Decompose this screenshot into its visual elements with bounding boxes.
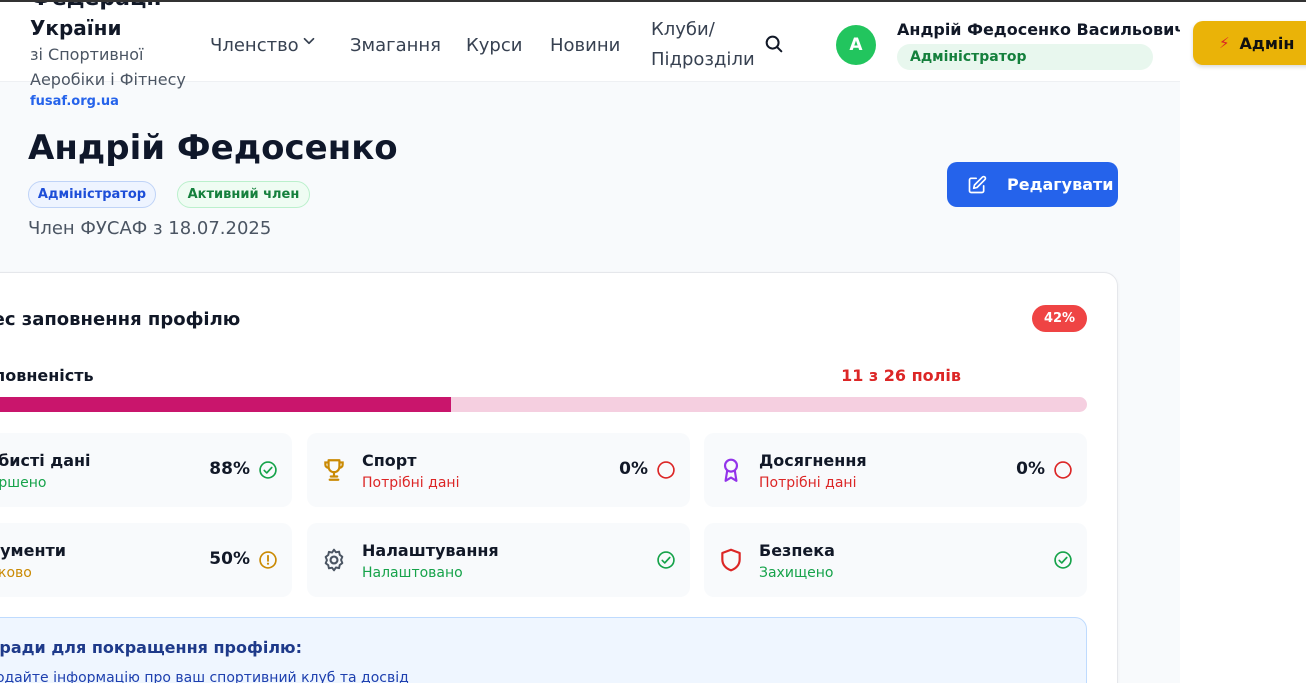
admin-button[interactable]: ⚡ Адмін [1193, 21, 1306, 65]
chevron-down-icon[interactable] [300, 32, 318, 50]
award-icon [723, 458, 739, 482]
nav-competitions[interactable]: Змагання [350, 35, 441, 56]
section-sport[interactable]: Спорт Потрібні дані 0% [307, 433, 690, 507]
section-status: Потрібні дані [362, 475, 460, 491]
section-status: Налаштовано [362, 565, 463, 581]
avatar[interactable]: А [836, 25, 876, 65]
edit-button-label: Редагувати [1007, 175, 1114, 194]
page: Федерації України зі Спортивної Аеробіки… [0, 2, 1180, 683]
section-percent: 50% [209, 549, 250, 569]
check-circle-icon [1054, 551, 1072, 569]
empty-circle-icon [657, 461, 675, 479]
brand-url[interactable]: fusaf.org.ua [30, 94, 119, 109]
section-percent: 0% [1016, 459, 1045, 479]
empty-circle-icon [1054, 461, 1072, 479]
section-title: Спорт [362, 451, 417, 470]
site-header: Федерації України зі Спортивної Аеробіки… [0, 2, 1180, 89]
section-percent: 88% [209, 459, 250, 479]
section-status: Завершено [0, 475, 47, 491]
status-badge: Активний член [177, 181, 310, 208]
fill-count: 11 з 26 полів [841, 366, 961, 385]
section-status: Частково [0, 565, 32, 581]
profile-name: Андрій Федосенко [28, 128, 398, 168]
progress-percent-badge: 42% [1032, 305, 1087, 332]
warning-circle-icon [259, 551, 277, 569]
section-title: Налаштування [362, 541, 499, 560]
nav-news[interactable]: Новини [550, 35, 620, 56]
tips-title: Поради для покращення профілю: [0, 638, 302, 657]
check-circle-icon [657, 551, 675, 569]
section-settings[interactable]: Налаштування Налаштовано [307, 523, 690, 597]
section-title: Досягнення [759, 451, 867, 470]
nav-courses[interactable]: Курси [466, 35, 522, 56]
role-badge: Адміністратор [28, 181, 156, 208]
check-circle-icon [259, 461, 277, 479]
trophy-icon [324, 459, 344, 481]
nav-clubs-line2[interactable]: Підрозділи [651, 49, 755, 70]
gear-icon [324, 548, 344, 572]
brand-title[interactable]: України [30, 16, 122, 40]
edit-icon [968, 175, 987, 193]
user-role-badge: Адміністратор [897, 44, 1153, 70]
nav-clubs-line1[interactable]: Клуби/ [651, 19, 715, 40]
member-since: Член ФУСАФ з 18.07.2025 [28, 218, 272, 239]
brand-subtitle-line2: Аеробіки і Фітнесу [30, 70, 186, 89]
brand-subtitle-line1: зі Спортивної [30, 45, 144, 64]
section-security[interactable]: Безпека Захищено [704, 523, 1087, 597]
shield-icon [721, 548, 741, 572]
progress-title: Прогрес заповнення профілю [0, 309, 241, 330]
section-title: Безпека [759, 541, 835, 560]
section-status: Потрібні дані [759, 475, 857, 491]
section-percent: 0% [619, 459, 648, 479]
edit-profile-button[interactable]: Редагувати [947, 162, 1118, 207]
lightning-icon: ⚡ [1219, 34, 1230, 52]
progress-bar-fill [0, 397, 451, 412]
search-icon[interactable] [763, 33, 785, 55]
user-name[interactable]: Андрій Федосенко Васильович [897, 20, 1180, 39]
section-title: Особисті дані [0, 451, 91, 470]
section-documents[interactable]: Документи Частково 50% [0, 523, 292, 597]
tips-item: Додайте інформацію про ваш спортивний кл… [0, 670, 409, 683]
section-personal[interactable]: Особисті дані Завершено 88% [0, 433, 292, 507]
progress-bar [0, 397, 1087, 412]
nav-membership[interactable]: Членство [210, 35, 299, 56]
section-title: Документи [0, 541, 66, 560]
section-achievements[interactable]: Досягнення Потрібні дані 0% [704, 433, 1087, 507]
section-status: Захищено [759, 565, 834, 581]
admin-button-label: Адмін [1239, 33, 1295, 53]
brand-title-clipped: Федерації [30, 2, 161, 11]
right-panel [1180, 2, 1306, 683]
fill-label: Заповненість [0, 366, 94, 385]
